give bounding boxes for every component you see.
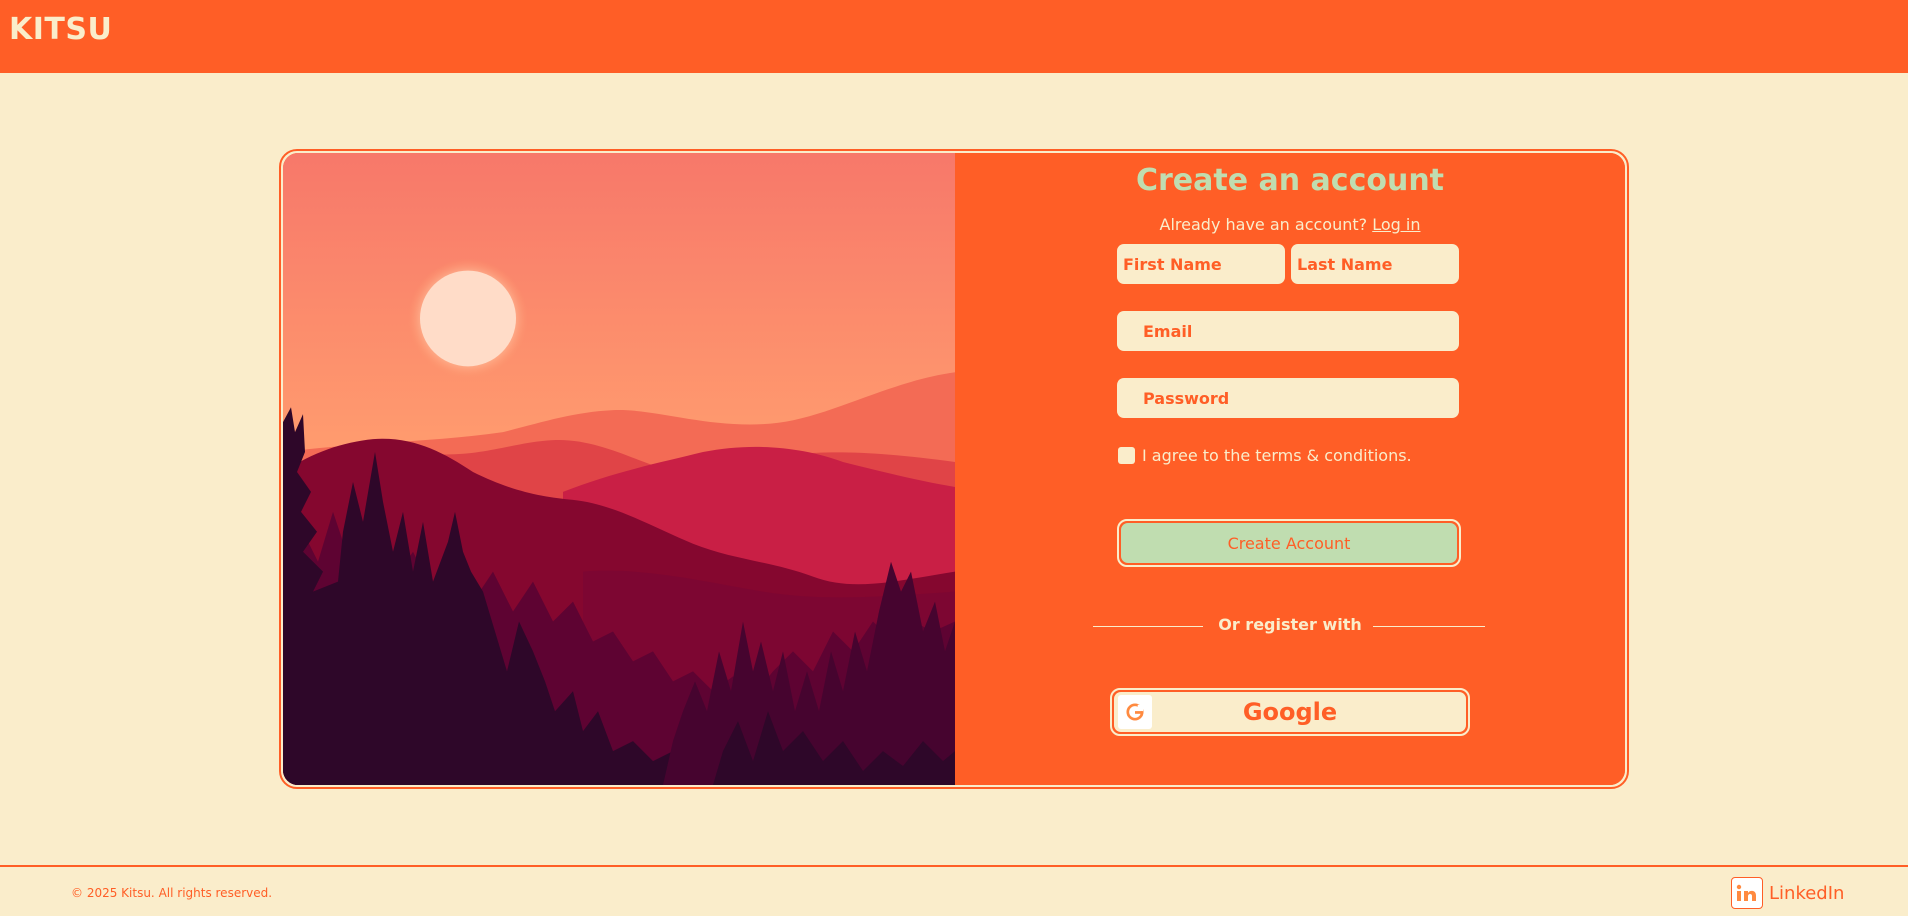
linkedin-icon [1731, 877, 1763, 909]
login-link[interactable]: Log in [1372, 215, 1420, 234]
top-header: KITSU [0, 0, 1908, 73]
terms-row: I agree to the terms & conditions. [1118, 446, 1412, 465]
divider-right [1373, 626, 1485, 627]
form-title: Create an account [1135, 163, 1445, 198]
email-input[interactable] [1117, 311, 1459, 351]
login-prompt: Already have an account? Log in [955, 215, 1625, 234]
google-icon [1118, 695, 1152, 729]
create-account-label: Create Account [1121, 523, 1457, 563]
signup-form: Create an account Already have an accoun… [955, 153, 1625, 785]
last-name-input[interactable] [1291, 244, 1459, 284]
google-label: Google [1242, 698, 1338, 726]
mountain-landscape-image [283, 153, 955, 785]
page-footer: © 2025 Kitsu. All rights reserved. Linke… [0, 865, 1908, 916]
google-register-button[interactable]: Google [1110, 688, 1470, 736]
create-account-button[interactable]: Create Account [1117, 519, 1461, 567]
copyright-text: © 2025 Kitsu. All rights reserved. [71, 886, 273, 900]
first-name-input[interactable] [1117, 244, 1285, 284]
brand-logo[interactable]: KITSU [9, 12, 112, 47]
terms-label: I agree to the terms & conditions. [1142, 446, 1412, 465]
divider-text: Or register with [1218, 615, 1362, 634]
terms-checkbox[interactable] [1118, 447, 1135, 464]
password-input[interactable] [1117, 378, 1459, 418]
signup-card: Create an account Already have an accoun… [279, 149, 1629, 789]
linkedin-label: LinkedIn [1769, 882, 1845, 904]
linkedin-link[interactable]: LinkedIn [1731, 877, 1844, 909]
sunset-illustration [283, 153, 955, 785]
login-prompt-text: Already have an account? [1159, 215, 1368, 234]
